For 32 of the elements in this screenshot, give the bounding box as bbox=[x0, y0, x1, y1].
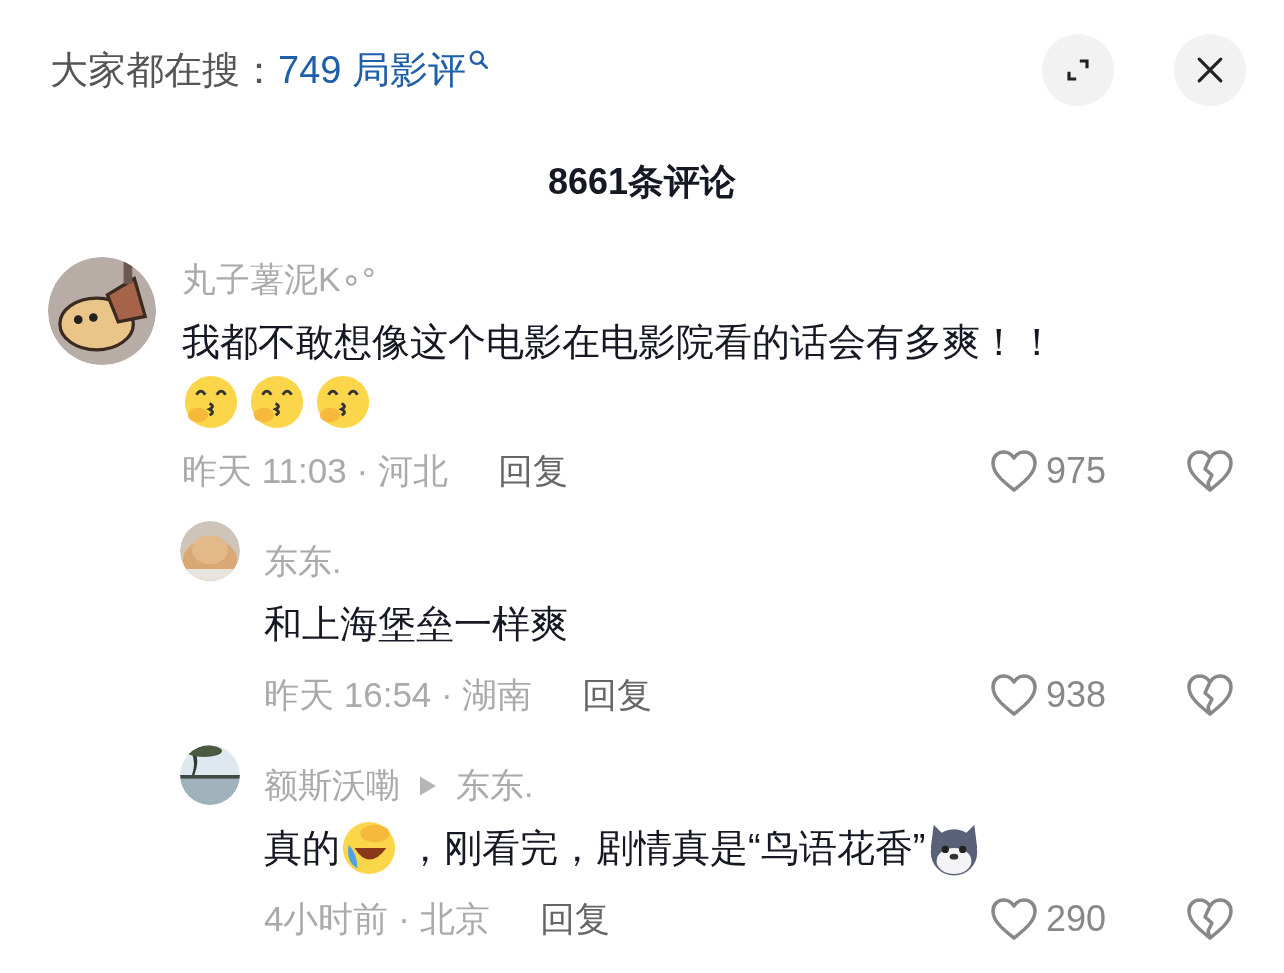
heart-icon bbox=[990, 673, 1038, 717]
timestamp-location: 4小时前 · 北京 bbox=[264, 897, 490, 940]
comment-text: 我都不敢想像这个电影在电影院看的话会有多爽！！ bbox=[182, 320, 1056, 365]
search-icon bbox=[467, 48, 490, 71]
comment-text: ，刚看完，剧情真是“鸟语花香” bbox=[406, 826, 926, 871]
like-button[interactable]: 290 bbox=[990, 897, 1116, 941]
kiss-emoji-icon bbox=[314, 373, 372, 431]
laughing-emoji-icon bbox=[340, 819, 398, 877]
trending-label: 大家都在搜： bbox=[50, 47, 278, 93]
comment-text: 真的 bbox=[264, 826, 340, 871]
broken-heart-icon[interactable] bbox=[1186, 897, 1234, 941]
timestamp-location: 昨天 16:54 · 湖南 bbox=[264, 673, 533, 716]
like-button[interactable]: 975 bbox=[990, 449, 1116, 493]
reply-button[interactable]: 回复 bbox=[582, 671, 653, 719]
reply-to-username[interactable]: 东东. bbox=[456, 763, 534, 809]
reply-arrow-icon bbox=[420, 776, 436, 796]
like-button[interactable]: 938 bbox=[990, 673, 1116, 717]
reply-button[interactable]: 回复 bbox=[539, 895, 610, 943]
comment-count: 8661条评论 bbox=[546, 160, 738, 204]
heart-icon bbox=[990, 449, 1038, 493]
reply-button[interactable]: 回复 bbox=[497, 447, 568, 495]
username[interactable]: 东东. bbox=[264, 539, 342, 585]
heart-icon bbox=[990, 897, 1038, 941]
broken-heart-icon[interactable] bbox=[1186, 449, 1234, 493]
kiss-emoji-icon bbox=[248, 373, 306, 431]
username[interactable]: 额斯沃嘞 bbox=[264, 763, 400, 809]
kiss-emoji-icon bbox=[182, 373, 240, 431]
username[interactable]: 丸子薯泥K∘° bbox=[182, 257, 1234, 303]
timestamp-location: 昨天 11:03 · 河北 bbox=[182, 449, 448, 492]
broken-heart-icon[interactable] bbox=[1186, 673, 1234, 717]
trending-search-link[interactable]: 749 局影评 bbox=[278, 44, 490, 96]
comment-text: 和上海堡垒一样爽 bbox=[264, 602, 568, 647]
